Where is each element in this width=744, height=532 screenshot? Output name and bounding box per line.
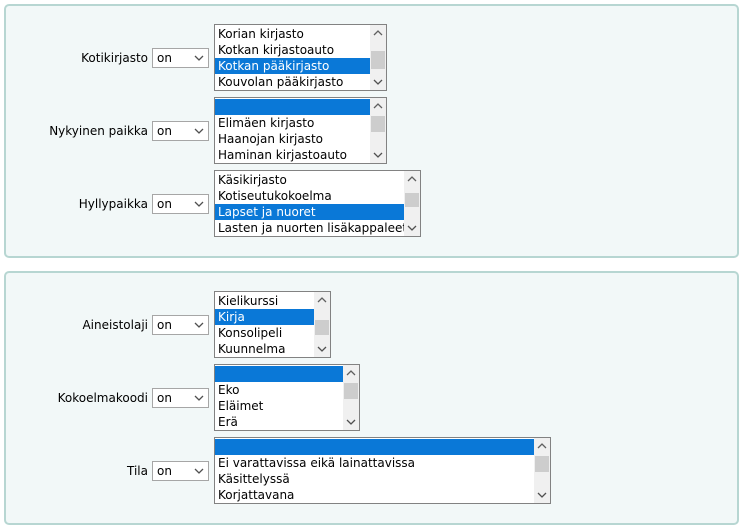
aineistolaji-listbox[interactable]: Kielikurssi Kirja Konsolipeli Kuunnelma bbox=[214, 291, 331, 358]
chevron-down-icon bbox=[194, 128, 204, 134]
aineistolaji-options: Kielikurssi Kirja Konsolipeli Kuunnelma bbox=[215, 293, 314, 357]
hyllypaikka-scrollbar[interactable] bbox=[404, 171, 420, 236]
nykyinen-paikka-option[interactable]: Haminan kirjastoauto bbox=[215, 147, 370, 163]
hyllypaikka-option[interactable]: Lasten ja nuorten lisäkappaleet bbox=[215, 220, 404, 236]
kokoelmakoodi-option-selected[interactable] bbox=[215, 366, 343, 382]
nykyinen-paikka-option-selected[interactable] bbox=[215, 99, 370, 115]
scroll-down-arrow-icon bbox=[373, 79, 383, 85]
kokoelmakoodi-scrollbar[interactable] bbox=[343, 365, 359, 430]
hyllypaikka-label: Hyllypaikka bbox=[78, 197, 148, 211]
hyllypaikka-operator-select[interactable]: on bbox=[152, 194, 209, 214]
aineistolaji-label: Aineistolaji bbox=[82, 318, 148, 332]
scroll-up-arrow-icon bbox=[373, 103, 383, 109]
nykyinen-paikka-label: Nykyinen paikka bbox=[49, 124, 148, 138]
kotikirjasto-option[interactable]: Korian kirjasto bbox=[215, 26, 370, 42]
tila-operator-value: on bbox=[157, 464, 172, 478]
kokoelmakoodi-label: Kokoelmakoodi bbox=[57, 391, 148, 405]
aineistolaji-operator-value: on bbox=[157, 318, 172, 332]
tila-label: Tila bbox=[127, 464, 148, 478]
kotikirjasto-scroll-thumb[interactable] bbox=[371, 51, 385, 69]
kokoelmakoodi-option[interactable]: Erikoiset bbox=[215, 430, 343, 431]
kotikirjasto-operator-value: on bbox=[157, 51, 172, 65]
scroll-down-arrow-icon bbox=[407, 225, 417, 231]
hyllypaikka-operator-value: on bbox=[157, 197, 172, 211]
nykyinen-paikka-option[interactable]: Elimäen kirjasto bbox=[215, 115, 370, 131]
scroll-up-arrow-icon bbox=[373, 30, 383, 36]
chevron-down-icon bbox=[194, 201, 204, 207]
chevron-down-icon bbox=[194, 322, 204, 328]
kokoelmakoodi-listbox[interactable]: EkoEläimetEräErikoiset bbox=[214, 364, 360, 431]
kokoelmakoodi-options: EkoEläimetEräErikoiset bbox=[215, 366, 343, 431]
nykyinen-paikka-operator-value: on bbox=[157, 124, 172, 138]
nykyinen-paikka-options: Elimäen kirjasto Haanojan kirjasto Haminan… bbox=[215, 99, 370, 164]
aineistolaji-option[interactable]: Kuunnelma bbox=[215, 341, 314, 357]
nykyinen-paikka-operator-select[interactable]: on bbox=[152, 121, 209, 141]
hyllypaikka-scroll-thumb[interactable] bbox=[405, 193, 419, 207]
kokoelmakoodi-option[interactable]: Eläimet bbox=[215, 398, 343, 414]
hyllypaikka-option-selected[interactable]: Lapset ja nuoret bbox=[215, 204, 404, 220]
chevron-down-icon bbox=[194, 395, 204, 401]
nykyinen-paikka-listbox[interactable]: Elimäen kirjasto Haanojan kirjasto Haminan… bbox=[214, 97, 387, 164]
aineistolaji-operator-select[interactable]: on bbox=[152, 315, 209, 335]
hyllypaikka-options: Käsikirjasto Kotiseutukokoelma Lapset ja n… bbox=[215, 172, 404, 236]
scroll-down-arrow-icon bbox=[373, 152, 383, 158]
scroll-down-arrow-icon bbox=[537, 492, 547, 498]
nykyinen-paikka-scrollbar[interactable] bbox=[370, 98, 386, 163]
tila-option[interactable]: Käsittelyssä bbox=[215, 471, 534, 487]
scroll-down-arrow-icon bbox=[317, 346, 327, 352]
tila-listbox[interactable]: Ei varattavissa eikä lainattavissa Käsitt… bbox=[214, 437, 551, 504]
kotikirjasto-options: Korian kirjasto Kotkan kirjastoauto Kotkan… bbox=[215, 26, 370, 90]
tila-option-selected[interactable] bbox=[215, 439, 534, 455]
scroll-up-arrow-icon bbox=[407, 176, 417, 182]
nykyinen-paikka-option[interactable]: Haanojan kirjasto bbox=[215, 131, 370, 147]
tila-scrollbar[interactable] bbox=[534, 438, 550, 503]
kotikirjasto-scrollbar[interactable] bbox=[370, 25, 386, 90]
kotikirjasto-option-selected[interactable]: Kotkan pääkirjasto bbox=[215, 58, 370, 74]
nykyinen-paikka-scroll-thumb[interactable] bbox=[371, 116, 385, 132]
kotikirjasto-option[interactable]: Kotkan kirjastoauto bbox=[215, 42, 370, 58]
scroll-up-arrow-icon bbox=[346, 370, 356, 376]
tila-option[interactable]: Korjattavana bbox=[215, 487, 534, 503]
kokoelmakoodi-operator-select[interactable]: on bbox=[152, 388, 209, 408]
aineistolaji-option[interactable]: Konsolipeli bbox=[215, 325, 314, 341]
scroll-up-arrow-icon bbox=[537, 443, 547, 449]
tila-scroll-thumb[interactable] bbox=[535, 456, 549, 472]
hyllypaikka-option[interactable]: Kotiseutukokoelma bbox=[215, 188, 404, 204]
tila-operator-select[interactable]: on bbox=[152, 461, 209, 481]
tila-options: Ei varattavissa eikä lainattavissa Käsitt… bbox=[215, 439, 534, 504]
kokoelmakoodi-operator-value: on bbox=[157, 391, 172, 405]
nykyinen-paikka-option[interactable]: Haminan kirjasto bbox=[215, 163, 370, 164]
kotikirjasto-listbox[interactable]: Korian kirjasto Kotkan kirjastoauto Kotkan… bbox=[214, 24, 387, 91]
hyllypaikka-listbox[interactable]: Käsikirjasto Kotiseutukokoelma Lapset ja n… bbox=[214, 170, 421, 237]
tila-option[interactable]: Ei varattavissa eikä lainattavissa bbox=[215, 455, 534, 471]
kokoelmakoodi-scroll-thumb[interactable] bbox=[344, 383, 358, 399]
scroll-down-arrow-icon bbox=[346, 419, 356, 425]
kokoelmakoodi-option[interactable]: Eko bbox=[215, 382, 343, 398]
hyllypaikka-option[interactable]: Käsikirjasto bbox=[215, 172, 404, 188]
aineistolaji-option[interactable]: Kielikurssi bbox=[215, 293, 314, 309]
aineistolaji-scroll-thumb[interactable] bbox=[315, 320, 329, 335]
kokoelmakoodi-option[interactable]: Erä bbox=[215, 414, 343, 430]
kotikirjasto-operator-select[interactable]: on bbox=[152, 48, 209, 68]
aineistolaji-option-selected[interactable]: Kirja bbox=[215, 309, 314, 325]
scroll-up-arrow-icon bbox=[317, 297, 327, 303]
aineistolaji-scrollbar[interactable] bbox=[314, 292, 330, 357]
chevron-down-icon bbox=[194, 55, 204, 61]
kotikirjasto-label: Kotikirjasto bbox=[81, 51, 148, 65]
chevron-down-icon bbox=[194, 468, 204, 474]
kotikirjasto-option[interactable]: Kouvolan pääkirjasto bbox=[215, 74, 370, 90]
tila-option[interactable]: Kuljetuksessa bbox=[215, 503, 534, 504]
